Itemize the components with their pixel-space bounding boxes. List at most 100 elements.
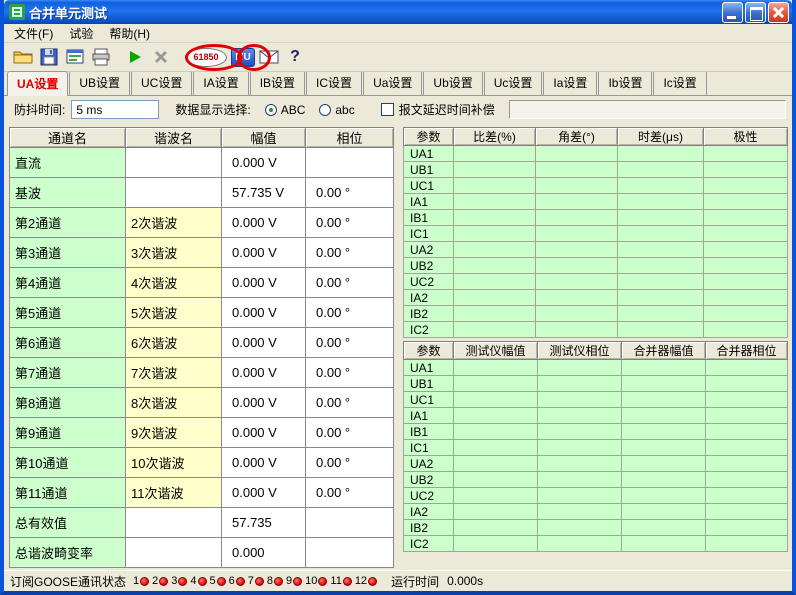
menu-help[interactable]: 帮助(H)	[101, 23, 158, 44]
close-button[interactable]	[768, 2, 789, 23]
start-test-button[interactable]	[122, 44, 148, 70]
tab-IC设置[interactable]: IC设置	[306, 70, 362, 95]
empty-value-cell	[454, 456, 538, 472]
harmonic-name-cell: 11次谐波	[126, 478, 222, 508]
iec61850-config-button[interactable]: 61850	[182, 44, 230, 70]
minimize-button[interactable]	[722, 2, 743, 23]
tab-UA设置[interactable]: UA设置	[7, 71, 68, 96]
radio-abc-lower-label: abc	[335, 103, 354, 117]
phase-cell[interactable]: 0.00 °	[306, 448, 394, 478]
mu-config-button[interactable]: MU	[230, 44, 256, 70]
param-row: UA2	[404, 242, 788, 258]
goose-channel-number: 2	[152, 575, 158, 587]
tab-UB设置[interactable]: UB设置	[69, 70, 130, 95]
delay-compensation-checkbox[interactable]: 报文延迟时间补偿	[381, 101, 495, 118]
empty-value-cell	[538, 456, 622, 472]
maximize-button[interactable]	[745, 2, 766, 23]
tab-UC设置[interactable]: UC设置	[131, 70, 192, 95]
channel-row: 第9通道9次谐波0.000 V0.00 °	[10, 418, 394, 448]
radio-abc-lower[interactable]: abc	[319, 103, 354, 117]
empty-value-cell	[618, 226, 704, 242]
phase-cell[interactable]	[306, 148, 394, 178]
param-name-cell: IC2	[404, 536, 454, 552]
phase-cell[interactable]: 0.00 °	[306, 298, 394, 328]
col-header-harmonic: 谐波名	[126, 128, 222, 148]
error-table: 参数 比差(%) 角差(°) 时差(μs) 极性 UA1UB1UC1IA1IB1…	[403, 127, 788, 338]
debounce-label: 防抖时间:	[14, 101, 65, 118]
radio-abc-upper-label: ABC	[281, 103, 306, 117]
channel-name-cell: 总谐波畸变率	[10, 538, 126, 568]
amplitude-cell[interactable]: 0.000 V	[222, 238, 306, 268]
amplitude-cell[interactable]: 0.000 V	[222, 478, 306, 508]
tab-Ub设置[interactable]: Ub设置	[423, 70, 482, 95]
debounce-input[interactable]: 5 ms	[71, 100, 159, 119]
report-button[interactable]	[62, 44, 88, 70]
message-button[interactable]	[256, 44, 282, 70]
channel-name-cell: 第6通道	[10, 328, 126, 358]
amplitude-cell[interactable]: 0.000 V	[222, 148, 306, 178]
app-icon	[9, 4, 25, 20]
phase-cell[interactable]: 0.00 °	[306, 478, 394, 508]
tab-Uc设置[interactable]: Uc设置	[484, 70, 543, 95]
empty-value-cell	[704, 226, 788, 242]
goose-status-label: 订阅GOOSE通讯状态	[10, 573, 126, 590]
settings-bar: 防抖时间: 5 ms 数据显示选择: ABC abc 报文延迟时间补偿	[4, 96, 792, 123]
tab-Ic设置[interactable]: Ic设置	[653, 70, 706, 95]
tab-IB设置[interactable]: IB设置	[250, 70, 305, 95]
stop-test-button[interactable]	[148, 44, 174, 70]
amplitude-cell[interactable]: 0.000 V	[222, 268, 306, 298]
goose-status-dot	[255, 577, 264, 586]
menu-file[interactable]: 文件(F)	[6, 23, 61, 44]
phase-cell[interactable]: 0.00 °	[306, 358, 394, 388]
phase-cell[interactable]: 0.00 °	[306, 328, 394, 358]
empty-value-cell	[706, 424, 788, 440]
param-row: UA2	[404, 456, 788, 472]
phase-cell[interactable]: 0.00 °	[306, 388, 394, 418]
empty-value-cell	[704, 146, 788, 162]
channel-row: 第4通道4次谐波0.000 V0.00 °	[10, 268, 394, 298]
runtime-value: 0.000s	[447, 574, 483, 588]
col-header-polarity: 极性	[704, 128, 788, 146]
menu-test[interactable]: 试验	[61, 23, 101, 44]
save-button[interactable]	[36, 44, 62, 70]
empty-value-cell	[618, 306, 704, 322]
empty-value-cell	[538, 392, 622, 408]
phase-cell[interactable]	[306, 508, 394, 538]
phase-cell[interactable]: 0.00 °	[306, 418, 394, 448]
channel-name-cell: 第8通道	[10, 388, 126, 418]
phase-cell[interactable]: 0.00 °	[306, 208, 394, 238]
radio-abc-upper[interactable]: ABC	[265, 103, 306, 117]
empty-value-cell	[622, 536, 706, 552]
open-button[interactable]	[10, 44, 36, 70]
amplitude-cell[interactable]: 0.000 V	[222, 448, 306, 478]
amplitude-cell[interactable]: 0.000 V	[222, 208, 306, 238]
print-button[interactable]	[88, 44, 114, 70]
phase-cell[interactable]: 0.00 °	[306, 178, 394, 208]
amplitude-cell[interactable]: 0.000 V	[222, 358, 306, 388]
phase-cell[interactable]: 0.00 °	[306, 238, 394, 268]
help-button[interactable]: ?	[282, 44, 308, 70]
phase-cell[interactable]	[306, 538, 394, 568]
tab-IA设置[interactable]: IA设置	[193, 70, 248, 95]
tab-Ua设置[interactable]: Ua设置	[363, 70, 422, 95]
amplitude-cell[interactable]: 0.000 V	[222, 418, 306, 448]
param-name-cell: UC2	[404, 488, 454, 504]
tab-Ib设置[interactable]: Ib设置	[598, 70, 652, 95]
goose-channel-number: 5	[210, 575, 216, 587]
param-name-cell: IB1	[404, 424, 454, 440]
empty-value-cell	[704, 322, 788, 338]
amplitude-cell[interactable]: 57.735	[222, 508, 306, 538]
amplitude-cell[interactable]: 0.000	[222, 538, 306, 568]
phase-cell[interactable]: 0.00 °	[306, 268, 394, 298]
empty-value-cell	[536, 226, 618, 242]
empty-value-cell	[622, 376, 706, 392]
param-name-cell: IB1	[404, 210, 454, 226]
empty-value-cell	[622, 504, 706, 520]
amplitude-cell[interactable]: 57.735 V	[222, 178, 306, 208]
amplitude-cell[interactable]: 0.000 V	[222, 388, 306, 418]
tab-Ia设置[interactable]: Ia设置	[543, 70, 597, 95]
amplitude-cell[interactable]: 0.000 V	[222, 328, 306, 358]
amplitude-cell[interactable]: 0.000 V	[222, 298, 306, 328]
empty-value-cell	[538, 360, 622, 376]
channel-row: 第6通道6次谐波0.000 V0.00 °	[10, 328, 394, 358]
